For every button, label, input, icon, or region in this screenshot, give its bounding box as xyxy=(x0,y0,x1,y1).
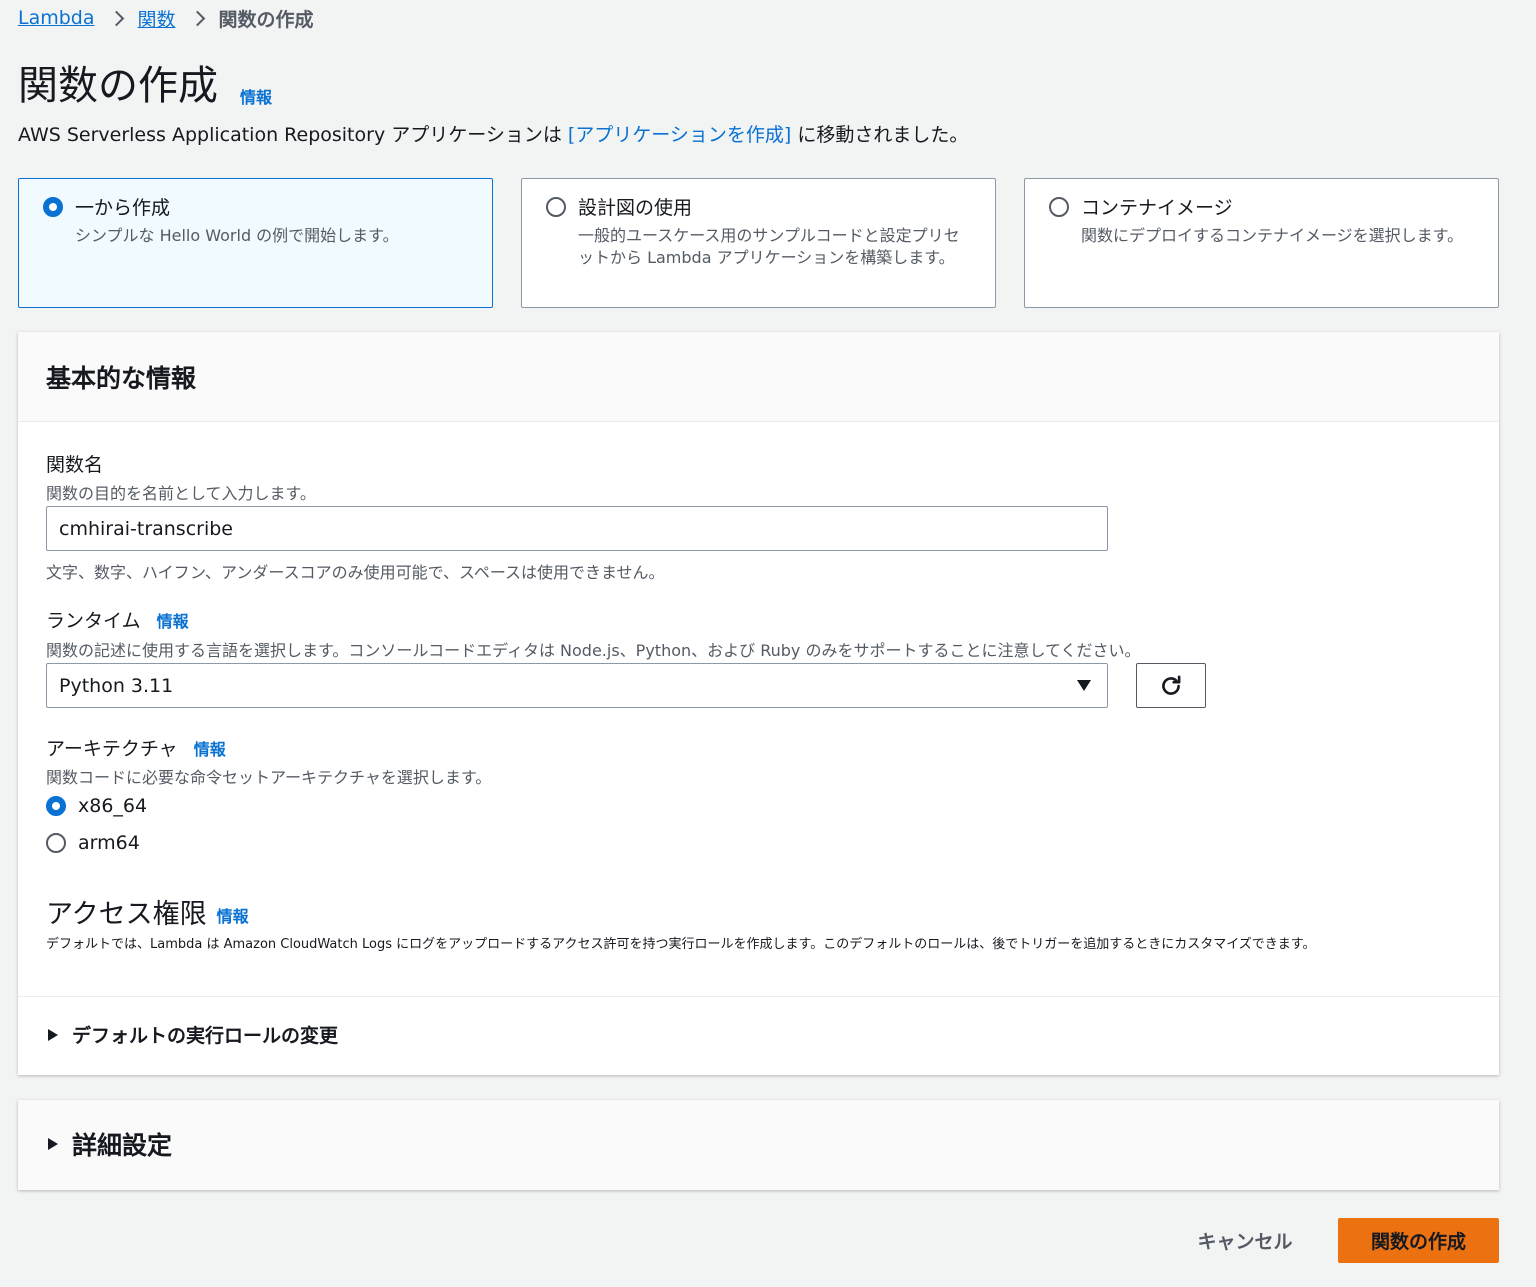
breadcrumb-functions-link[interactable]: 関数 xyxy=(138,5,176,32)
runtime-label-text: ランタイム xyxy=(46,610,141,632)
expander-label: 詳細設定 xyxy=(72,1131,173,1160)
function-name-input[interactable] xyxy=(46,506,1108,551)
cancel-button[interactable]: キャンセル xyxy=(1180,1218,1310,1263)
option-author-from-scratch[interactable]: 一から作成 シンプルな Hello World の例で開始します。 xyxy=(18,178,493,308)
create-application-link[interactable]: [アプリケーションを作成] xyxy=(568,124,791,146)
radio-selected-icon[interactable] xyxy=(43,196,63,217)
create-function-button[interactable]: 関数の作成 xyxy=(1338,1218,1499,1263)
function-name-description: 関数の目的を名前として入力します。 xyxy=(46,484,316,503)
expander-label: デフォルトの実行ロールの変更 xyxy=(72,1025,339,1047)
breadcrumb-current: 関数の作成 xyxy=(218,8,314,31)
radio-unselected-icon[interactable] xyxy=(1049,196,1069,217)
runtime-select[interactable]: Python 3.11 xyxy=(46,663,1108,708)
advanced-settings-expander[interactable]: 詳細設定 xyxy=(48,1126,172,1162)
advanced-settings-panel: 詳細設定 xyxy=(18,1100,1499,1190)
radio-unselected-icon[interactable] xyxy=(46,833,66,853)
option-title: 設計図の使用 xyxy=(578,197,693,219)
basic-info-panel: 基本的な情報 関数名 関数の目的を名前として入力します。 文字、数字、ハイフン、… xyxy=(18,332,1499,1075)
access-description: デフォルトでは、Lambda は Amazon CloudWatch Logs … xyxy=(46,937,1316,952)
refresh-icon xyxy=(1162,674,1181,695)
option-container-image[interactable]: コンテナイメージ 関数にデプロイするコンテナイメージを選択します。 xyxy=(1024,178,1499,308)
radio-selected-icon[interactable] xyxy=(46,796,66,816)
refresh-runtime-button[interactable] xyxy=(1136,663,1206,708)
notice-text-before: AWS Serverless Application Repository アプ… xyxy=(18,124,568,146)
access-info-link[interactable]: 情報 xyxy=(217,903,249,927)
caret-down-icon xyxy=(1077,680,1091,691)
option-description: 関数にデプロイするコンテナイメージを選択します。 xyxy=(1081,226,1464,245)
architecture-description: 関数コードに必要な命令セットアーキテクチャを選択します。 xyxy=(46,768,492,787)
access-title: アクセス権限 xyxy=(46,899,207,930)
page-title: 関数の作成 xyxy=(18,63,218,109)
chevron-right-icon xyxy=(189,10,205,27)
function-name-constraint: 文字、数字、ハイフン、アンダースコアのみ使用可能で、スペースは使用できません。 xyxy=(46,563,665,582)
arch-option-label: x86_64 xyxy=(78,795,148,817)
notice-text-after: に移動されました。 xyxy=(791,124,969,146)
option-use-blueprint[interactable]: 設計図の使用 一般的ユースケース用のサンプルコードと設定プリセットから Lamb… xyxy=(521,178,996,308)
option-title: コンテナイメージ xyxy=(1081,197,1233,219)
runtime-selected-value: Python 3.11 xyxy=(59,674,174,697)
panel-title: 基本的な情報 xyxy=(46,363,197,393)
arch-option-label: arm64 xyxy=(78,832,140,854)
page-notice: AWS Serverless Application Repository アプ… xyxy=(18,120,968,147)
option-title: 一から作成 xyxy=(75,197,171,219)
runtime-info-link[interactable]: 情報 xyxy=(157,612,189,631)
divider xyxy=(18,996,1499,997)
arch-option-arm64[interactable]: arm64 xyxy=(46,832,140,854)
access-section-header: アクセス権限 情報 xyxy=(46,892,249,931)
runtime-description: 関数の記述に使用する言語を選択します。コンソールコードエディタは Node.js… xyxy=(46,641,1141,660)
option-description: 一般的ユースケース用のサンプルコードと設定プリセットから Lambda アプリケ… xyxy=(578,226,960,267)
chevron-right-icon xyxy=(108,10,124,27)
breadcrumb-lambda-link[interactable]: Lambda xyxy=(18,7,95,29)
architecture-label-text: アーキテクチャ xyxy=(46,738,178,760)
breadcrumb: Lambda 関数 関数の作成 xyxy=(18,5,314,32)
change-execution-role-expander[interactable]: デフォルトの実行ロールの変更 xyxy=(48,1021,338,1048)
architecture-label: アーキテクチャ 情報 xyxy=(46,734,226,761)
caret-right-icon xyxy=(48,1028,58,1041)
caret-right-icon xyxy=(48,1138,58,1150)
runtime-label: ランタイム 情報 xyxy=(46,606,189,633)
panel-header: 基本的な情報 xyxy=(18,332,1499,422)
option-description: シンプルな Hello World の例で開始します。 xyxy=(75,226,399,245)
title-info-link[interactable]: 情報 xyxy=(240,84,272,108)
architecture-info-link[interactable]: 情報 xyxy=(194,740,226,759)
arch-option-x86[interactable]: x86_64 xyxy=(46,795,147,817)
radio-unselected-icon[interactable] xyxy=(546,196,566,217)
function-name-label: 関数名 xyxy=(46,454,104,476)
